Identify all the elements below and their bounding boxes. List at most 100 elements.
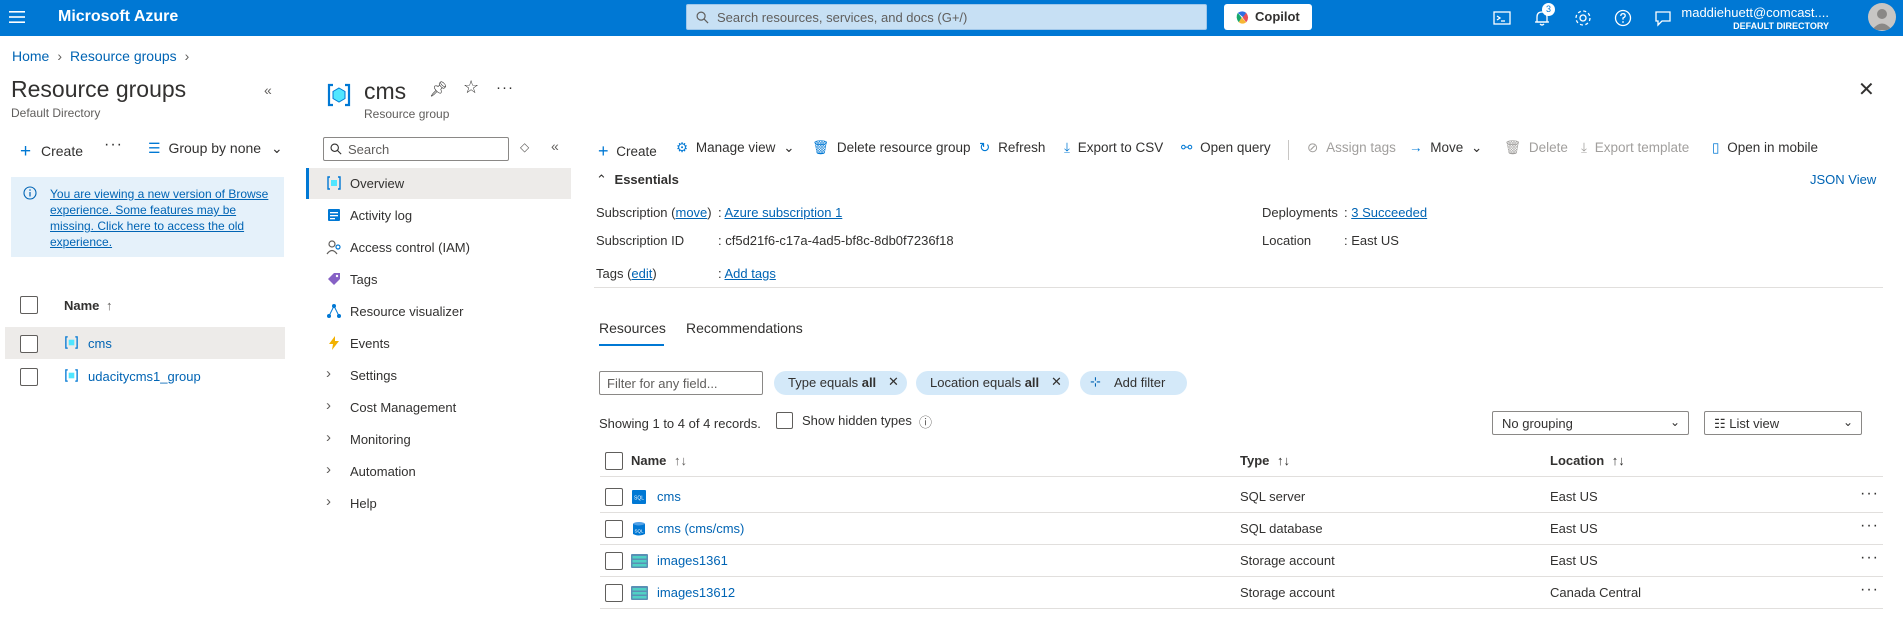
row-checkbox[interactable] <box>605 552 623 570</box>
row-checkbox[interactable] <box>605 520 623 538</box>
refresh-button[interactable]: ↻ Refresh <box>979 140 1045 156</box>
global-search-input[interactable]: Search resources, services, and docs (G+… <box>686 4 1207 30</box>
resource-group-name[interactable]: cms <box>88 336 112 351</box>
brand-title[interactable]: Microsoft Azure <box>58 8 178 26</box>
manage-view-dropdown[interactable]: ⚙ Manage view ⌄ <box>676 140 795 156</box>
nav-cost-management-group[interactable]: › Cost Management <box>306 392 571 423</box>
tab-resources[interactable]: Resources <box>599 320 666 336</box>
resource-name[interactable]: images13612 <box>657 585 735 600</box>
collapse-menu-icon[interactable]: « <box>551 138 559 154</box>
deployments-link[interactable]: 3 Succeeded <box>1351 205 1427 220</box>
cloud-shell-icon[interactable] <box>1492 8 1512 28</box>
table-row[interactable]: SQL cms (cms/cms) SQL database East US ·… <box>600 513 1883 545</box>
table-row[interactable]: SQL cms SQL server East US ··· <box>600 481 1883 513</box>
close-icon[interactable]: ✕ <box>888 374 899 390</box>
more-actions-icon[interactable]: ··· <box>1860 517 1879 535</box>
table-row[interactable]: images13612 Storage account Canada Centr… <box>600 577 1883 609</box>
name-column-header[interactable]: Name ↑↓ <box>631 453 687 468</box>
more-actions-icon[interactable]: ··· <box>1860 549 1879 567</box>
assign-tags-button[interactable]: ⊘ Assign tags <box>1307 140 1396 156</box>
close-icon[interactable]: ✕ <box>1051 374 1062 390</box>
export-template-button[interactable]: ⤓ Export template <box>1581 140 1689 156</box>
table-row[interactable]: images1361 Storage account East US ··· <box>600 545 1883 577</box>
more-options-icon[interactable]: ··· <box>104 136 123 154</box>
hamburger-menu-icon[interactable] <box>8 8 26 26</box>
location-filter-pill[interactable]: Location equals all ✕ <box>916 371 1069 395</box>
pin-icon[interactable]: 📌︎ <box>429 80 448 98</box>
nav-help-group[interactable]: › Help <box>306 488 571 519</box>
create-button[interactable]: + Create <box>598 140 657 161</box>
close-icon[interactable]: ✕ <box>1858 77 1875 102</box>
feedback-icon[interactable] <box>1653 8 1673 28</box>
nav-automation-group[interactable]: › Automation <box>306 456 571 487</box>
row-checkbox[interactable] <box>20 368 38 386</box>
move-dropdown[interactable]: → Move ⌄ <box>1409 140 1482 156</box>
resource-name[interactable]: cms <box>657 489 681 504</box>
delete-button[interactable]: 🗑︎ Delete <box>1504 140 1568 156</box>
collapse-left-pane-icon[interactable]: « <box>264 82 272 98</box>
avatar[interactable] <box>1868 3 1896 31</box>
help-icon[interactable] <box>1613 8 1633 28</box>
name-column-header[interactable]: Name ↑ <box>64 298 113 313</box>
export-csv-button[interactable]: ⤓ Export to CSV <box>1064 140 1163 156</box>
more-options-icon[interactable]: ··· <box>496 79 514 96</box>
resource-group-row[interactable]: udacitycms1_group <box>5 360 285 392</box>
resource-group-name[interactable]: udacitycms1_group <box>88 369 201 384</box>
type-column-header[interactable]: Type ↑↓ <box>1240 453 1290 468</box>
gear-icon[interactable] <box>1573 8 1593 28</box>
add-filter-button[interactable]: ⊹ Add filter <box>1080 371 1187 395</box>
nav-label: Monitoring <box>350 432 411 447</box>
breadcrumb-home[interactable]: Home <box>12 48 49 64</box>
more-actions-icon[interactable]: ··· <box>1860 581 1879 599</box>
nav-monitoring-group[interactable]: › Monitoring <box>306 424 571 455</box>
nav-access-control[interactable]: Access control (IAM) <box>306 232 571 263</box>
new-browse-info-banner[interactable]: You are viewing a new version of Browse … <box>11 177 284 257</box>
resource-group-row[interactable]: cms <box>5 327 285 359</box>
view-dropdown[interactable]: ☷ List view ⌄ <box>1704 411 1862 435</box>
open-query-button[interactable]: ⚯ Open query <box>1181 140 1271 156</box>
type-filter-pill[interactable]: Type equals all ✕ <box>774 371 907 395</box>
account-email[interactable]: maddiehuett@comcast.... <box>1681 5 1829 20</box>
copilot-button[interactable]: Copilot <box>1224 4 1312 30</box>
nav-settings-group[interactable]: › Settings <box>306 360 571 391</box>
essentials-toggle[interactable]: ⌃ Essentials <box>596 172 679 188</box>
row-checkbox[interactable] <box>20 335 38 353</box>
show-hidden-types-checkbox[interactable] <box>776 412 793 429</box>
nav-overview[interactable]: Overview <box>306 168 571 199</box>
account-directory[interactable]: DEFAULT DIRECTORY <box>1733 21 1829 31</box>
info-banner-text[interactable]: You are viewing a new version of Browse … <box>50 186 280 250</box>
nav-resource-visualizer[interactable]: Resource visualizer <box>306 296 571 327</box>
add-tags-link[interactable]: Add tags <box>725 266 776 281</box>
delete-resource-group-button[interactable]: 🗑︎ Delete resource group <box>812 140 970 156</box>
location-column-header[interactable]: Location ↑↓ <box>1550 453 1625 468</box>
nav-events[interactable]: Events <box>306 328 571 359</box>
row-checkbox[interactable] <box>605 488 623 506</box>
info-icon <box>23 186 37 200</box>
move-subscription-link[interactable]: move <box>676 205 708 220</box>
group-by-dropdown[interactable]: ☰ Group by none ⌄ <box>148 140 283 157</box>
open-in-mobile-button[interactable]: ▯ Open in mobile <box>1712 140 1818 156</box>
tab-recommendations[interactable]: Recommendations <box>686 320 803 336</box>
menu-search-input[interactable]: Search <box>323 137 509 161</box>
select-all-checkbox[interactable] <box>20 296 38 314</box>
grouping-dropdown[interactable]: No grouping ⌄ <box>1492 411 1689 435</box>
filter-input[interactable]: Filter for any field... <box>599 371 763 395</box>
resource-name[interactable]: cms (cms/cms) <box>657 521 744 536</box>
star-icon[interactable]: ☆ <box>463 77 479 98</box>
row-checkbox[interactable] <box>605 584 623 602</box>
info-icon[interactable]: ⓘ <box>919 412 932 431</box>
nav-activity-log[interactable]: Activity log <box>306 200 571 231</box>
filter-sort-icon[interactable]: ◇ <box>520 140 529 154</box>
select-all-resources-checkbox[interactable] <box>605 452 623 470</box>
breadcrumb-resource-groups[interactable]: Resource groups <box>70 48 177 64</box>
show-hidden-types-label[interactable]: Show hidden types <box>802 413 912 428</box>
edit-tags-link[interactable]: edit <box>631 266 652 281</box>
subscription-link[interactable]: Azure subscription 1 <box>725 205 843 220</box>
name-header-label: Name <box>631 453 667 468</box>
more-actions-icon[interactable]: ··· <box>1860 485 1879 503</box>
nav-label: Automation <box>350 464 416 479</box>
resource-name[interactable]: images1361 <box>657 553 728 568</box>
json-view-link[interactable]: JSON View <box>1810 172 1876 187</box>
nav-tags[interactable]: Tags <box>306 264 571 295</box>
create-rg-button[interactable]: + Create <box>20 140 83 162</box>
